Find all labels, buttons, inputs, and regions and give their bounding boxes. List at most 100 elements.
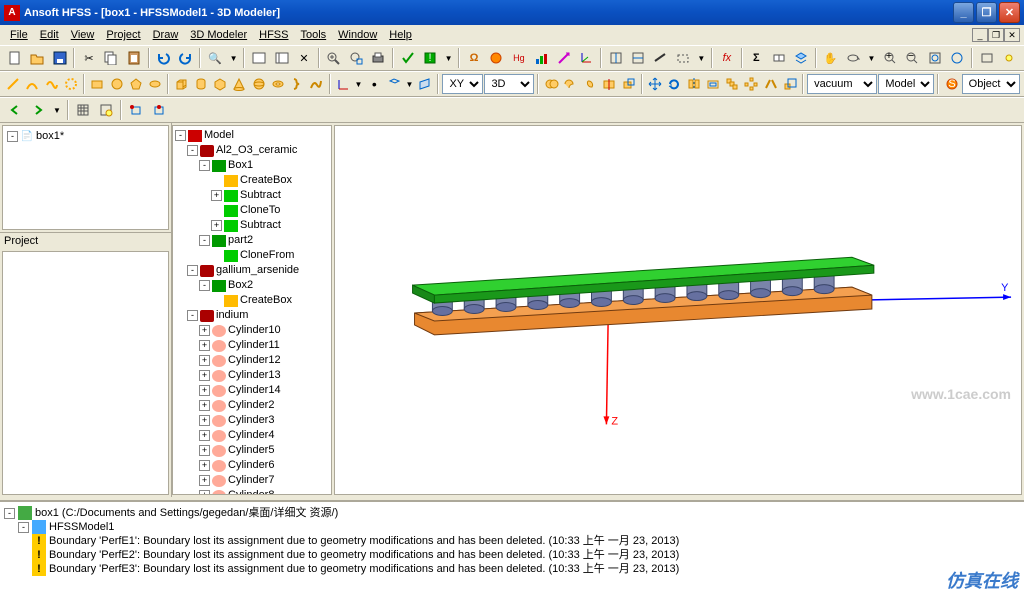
tree-item[interactable]: -Box1 bbox=[175, 158, 329, 173]
tree-expand-button[interactable]: + bbox=[199, 385, 210, 396]
light-button[interactable] bbox=[998, 47, 1019, 69]
select-mode-button[interactable]: S bbox=[942, 73, 960, 95]
working-plane-select[interactable]: XY bbox=[442, 74, 483, 94]
tree-item[interactable]: -Model bbox=[175, 128, 329, 143]
yz2-icon[interactable] bbox=[627, 47, 648, 69]
fit-sel-button[interactable] bbox=[947, 47, 968, 69]
tree-item[interactable]: +Cylinder6 bbox=[175, 458, 329, 473]
bondwire-button[interactable] bbox=[307, 73, 325, 95]
material-select[interactable]: vacuum bbox=[807, 74, 877, 94]
tree-expand-button[interactable]: + bbox=[199, 355, 210, 366]
menu-hfss[interactable]: HFSS bbox=[253, 27, 294, 43]
save-button[interactable] bbox=[49, 47, 70, 69]
zoom-in-button[interactable] bbox=[323, 47, 344, 69]
tree-expand-button[interactable]: - bbox=[175, 130, 186, 141]
snap-mode-select[interactable]: 3D bbox=[484, 74, 534, 94]
circle-button[interactable] bbox=[107, 73, 125, 95]
face-cs-button[interactable] bbox=[384, 73, 402, 95]
offset-button[interactable] bbox=[704, 73, 722, 95]
back-button[interactable] bbox=[4, 99, 26, 121]
arc-button[interactable] bbox=[23, 73, 41, 95]
dropdown-icon[interactable]: ▼ bbox=[695, 54, 709, 63]
paste-button[interactable] bbox=[123, 47, 144, 69]
dropdown-icon[interactable]: ▼ bbox=[227, 54, 241, 63]
menu-window[interactable]: Window bbox=[332, 27, 383, 43]
tree-expand-button[interactable]: - bbox=[199, 280, 210, 291]
sum-button[interactable]: Σ bbox=[746, 47, 767, 69]
tree-expand-button[interactable]: + bbox=[199, 460, 210, 471]
menu-project[interactable]: Project bbox=[100, 27, 146, 43]
tree-expand-button[interactable]: - bbox=[199, 160, 210, 171]
bbox-button[interactable] bbox=[976, 47, 997, 69]
omega-button[interactable]: Ω bbox=[463, 47, 484, 69]
mirror-button[interactable] bbox=[684, 73, 702, 95]
tree-item[interactable]: +Subtract bbox=[175, 188, 329, 203]
close-button[interactable]: ✕ bbox=[999, 2, 1020, 23]
undo-button[interactable] bbox=[153, 47, 174, 69]
tree-expand-button[interactable]: + bbox=[199, 490, 210, 495]
tree-item[interactable]: +Cylinder11 bbox=[175, 338, 329, 353]
tree-expand-button[interactable]: - bbox=[199, 235, 210, 246]
tree-expand-button[interactable]: - bbox=[187, 310, 198, 321]
cone-button[interactable] bbox=[230, 73, 248, 95]
scale-button[interactable] bbox=[781, 73, 799, 95]
box-button[interactable] bbox=[172, 73, 190, 95]
tree-expand-button[interactable]: - bbox=[18, 522, 29, 533]
select-filter-select[interactable]: Object bbox=[962, 74, 1020, 94]
reg-poly-button[interactable] bbox=[211, 73, 229, 95]
sphere-button[interactable] bbox=[249, 73, 267, 95]
print-button[interactable] bbox=[368, 47, 389, 69]
cut-button[interactable]: ✂ bbox=[78, 47, 99, 69]
tree-item[interactable]: +Cylinder12 bbox=[175, 353, 329, 368]
tree-item[interactable]: +Cylinder5 bbox=[175, 443, 329, 458]
equation-line-button[interactable] bbox=[62, 73, 80, 95]
tree-item[interactable]: +Cylinder10 bbox=[175, 323, 329, 338]
dropdown-icon[interactable]: ▼ bbox=[865, 54, 879, 63]
tree-expand-button[interactable] bbox=[211, 205, 222, 216]
history-root-select[interactable]: Model bbox=[878, 74, 934, 94]
tree-item[interactable]: +Cylinder2 bbox=[175, 398, 329, 413]
split-button[interactable] bbox=[600, 73, 618, 95]
field-button[interactable] bbox=[486, 47, 507, 69]
duplicate-mirror-button[interactable] bbox=[762, 73, 780, 95]
duplicate-ang-button[interactable] bbox=[742, 73, 760, 95]
chart-button[interactable] bbox=[531, 47, 552, 69]
menu-view[interactable]: View bbox=[65, 27, 101, 43]
tree-expand-button[interactable] bbox=[211, 250, 222, 261]
tree-item[interactable]: -indium bbox=[175, 308, 329, 323]
project-tree-panel[interactable]: - 📄 box1* bbox=[2, 125, 169, 230]
tree-expand-button[interactable]: + bbox=[199, 430, 210, 441]
tree-expand-button[interactable]: + bbox=[199, 415, 210, 426]
grid-settings-button[interactable] bbox=[95, 99, 117, 121]
rotate-button[interactable] bbox=[842, 47, 863, 69]
zoom-area-button[interactable] bbox=[345, 47, 366, 69]
point-button[interactable]: • bbox=[365, 73, 383, 95]
zoom-out-fit-button[interactable]: − bbox=[902, 47, 923, 69]
dropdown-icon[interactable]: ▼ bbox=[353, 80, 364, 89]
tree-item[interactable]: +Cylinder13 bbox=[175, 368, 329, 383]
layers-button[interactable] bbox=[790, 47, 811, 69]
properties-panel[interactable] bbox=[2, 251, 169, 495]
tree-item[interactable]: +Cylinder8 bbox=[175, 488, 329, 495]
tree-item[interactable]: +Subtract bbox=[175, 218, 329, 233]
tree-expand-button[interactable]: - bbox=[4, 508, 15, 519]
menu-edit[interactable]: Edit bbox=[34, 27, 65, 43]
ellipse-button[interactable] bbox=[146, 73, 164, 95]
maximize-button[interactable]: ❐ bbox=[976, 2, 997, 23]
fx-button[interactable]: fx bbox=[716, 47, 737, 69]
measure-button[interactable] bbox=[650, 47, 671, 69]
tree-expand-button[interactable] bbox=[211, 295, 222, 306]
menu-3d-modeler[interactable]: 3D Modeler bbox=[184, 27, 253, 43]
validate-button[interactable] bbox=[397, 47, 418, 69]
model-tree-panel[interactable]: -Model-Al2_O3_ceramic-Box1 CreateBox+Sub… bbox=[172, 125, 332, 495]
tree-expand-button[interactable] bbox=[211, 175, 222, 186]
tree-item[interactable]: +Cylinder7 bbox=[175, 473, 329, 488]
spline-button[interactable] bbox=[43, 73, 61, 95]
tree-expand-button[interactable]: + bbox=[199, 475, 210, 486]
menu-draw[interactable]: Draw bbox=[147, 27, 185, 43]
torus-button[interactable] bbox=[269, 73, 287, 95]
tree-item[interactable]: CreateBox bbox=[175, 173, 329, 188]
options-button[interactable] bbox=[248, 47, 269, 69]
tree-item[interactable]: -gallium_arsenide bbox=[175, 263, 329, 278]
analyze-button[interactable]: ! bbox=[419, 47, 440, 69]
